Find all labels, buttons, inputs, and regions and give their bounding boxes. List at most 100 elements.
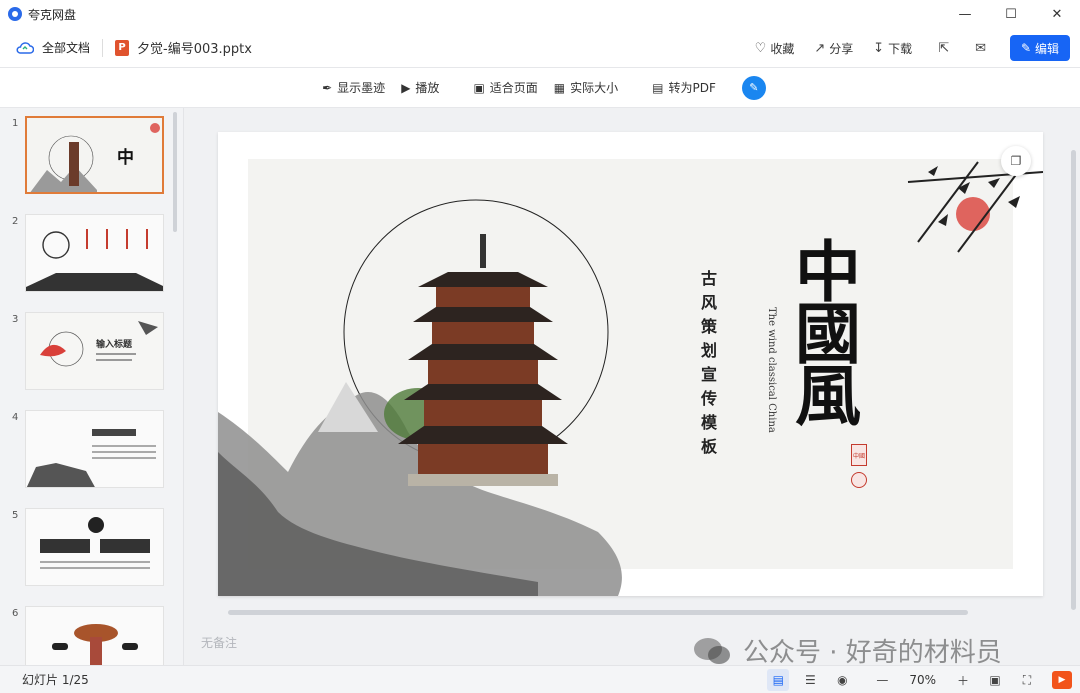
slide-artwork [218, 161, 1043, 596]
svg-text:中: 中 [117, 147, 134, 168]
thumbnail-number: 6 [12, 608, 19, 619]
zoom-in-button[interactable]: ＋ [952, 669, 974, 691]
notes-icon: ▤ [772, 673, 784, 687]
status-controls: ▤ ☰ ◉ — 70% ＋ ▣ ⛶ ▶ [757, 666, 1072, 693]
thumbnail-preview [26, 509, 163, 585]
show-ink-label: 显示墨迹 [337, 81, 386, 95]
thumbnail-item[interactable]: 6 [0, 606, 183, 665]
current-slide: 中國風 古风策划宣传模板 The wind classical China 中國… [218, 132, 1043, 596]
feather-pen-icon: ✒ [322, 80, 333, 95]
download-button[interactable]: ↧ 下载 [873, 40, 912, 57]
thumbnail-item[interactable]: 2 [0, 214, 183, 298]
zoom-out-button[interactable]: — [871, 669, 893, 691]
fit-window-icon: ▣ [989, 673, 1001, 687]
all-documents-link[interactable]: 全部文档 [42, 39, 90, 56]
speaker-notes[interactable]: 无备注 [201, 634, 237, 651]
minimize-icon: — [958, 6, 972, 22]
pencil-icon: ✎ [1020, 41, 1032, 55]
header-actions: ♡ 收藏 ↗ 分享 ↧ 下载 ⇱ ✉ ✎ 编辑 [735, 28, 1070, 68]
title-bar: 夸克网盘 — ☐ ✕ [0, 0, 1080, 28]
slide-thumbnail-panel: 1 中 2 3 输入标题 4 5 6 [0, 108, 184, 665]
outline-icon: ☰ [804, 673, 816, 687]
thumbnail-item[interactable]: 3 输入标题 [0, 312, 183, 396]
copy-icon: ❐ [1010, 154, 1022, 168]
download-label: 下载 [888, 41, 913, 56]
fit-page-icon: ▣ [473, 80, 485, 95]
ai-edit-icon: ✎ [749, 81, 759, 94]
slideshow-play-button[interactable]: ▶ [1052, 671, 1072, 689]
fullscreen-button[interactable]: ⛶ [1016, 669, 1038, 691]
close-button[interactable]: ✕ [1034, 0, 1080, 28]
red-seal-stamp: 中國 [851, 444, 867, 466]
download-icon: ↧ [873, 40, 885, 56]
slide-english-subtitle: The wind classical China [766, 307, 777, 433]
thumbnail-number: 1 [12, 118, 19, 129]
thumbnail-slide-5[interactable] [25, 508, 164, 586]
thumbnail-preview [26, 411, 163, 487]
play-circle-icon: ▶ [401, 80, 411, 95]
thumbnail-number: 2 [12, 216, 19, 227]
outline-view-button[interactable]: ☰ [799, 669, 821, 691]
actual-size-button[interactable]: ▦ 实际大小 [554, 79, 618, 96]
thumbnail-preview [26, 607, 163, 665]
thumbnail-item[interactable]: 1 中 [0, 116, 183, 200]
slide-subtitle: 古风策划宣传模板 [698, 270, 717, 462]
slide-counter: 幻灯片 1/25 [22, 673, 89, 687]
edit-button[interactable]: ✎ 编辑 [1010, 35, 1070, 61]
minus-icon: — [876, 673, 889, 687]
export-icon[interactable]: ⇱ [938, 41, 949, 56]
notes-toggle-button[interactable]: ▤ [767, 669, 790, 691]
slide-viewer: 中國風 古风策划宣传模板 The wind classical China 中國… [185, 108, 1080, 668]
wechat-watermark: 公众号 · 好奇的材料员 [693, 632, 1002, 669]
thumbnail-number: 4 [12, 412, 19, 423]
convert-pdf-button[interactable]: ▤ 转为PDF [652, 79, 716, 96]
heart-icon: ♡ [754, 40, 767, 56]
thumbnail-slide-1[interactable]: 中 [25, 116, 164, 194]
cloud-icon [16, 41, 34, 54]
show-ink-button[interactable]: ✒ 显示墨迹 [322, 79, 385, 96]
maximize-icon: ☐ [1005, 6, 1017, 22]
share-icon: ↗ [814, 40, 826, 56]
minimize-button[interactable]: — [942, 0, 988, 28]
fullscreen-icon: ⛶ [1022, 672, 1032, 687]
status-bar: 幻灯片 1/25 ▤ ☰ ◉ — 70% ＋ ▣ ⛶ ▶ [0, 665, 1080, 693]
copy-slide-button[interactable]: ❐ [1001, 146, 1031, 176]
thumbnail-slide-4[interactable] [25, 410, 164, 488]
thumbnail-scrollbar[interactable] [173, 112, 177, 232]
quark-logo-icon [8, 7, 22, 21]
maximize-button[interactable]: ☐ [988, 0, 1034, 28]
app-title: 夸克网盘 [28, 7, 77, 22]
horizontal-scrollbar[interactable] [228, 610, 968, 615]
fit-window-button[interactable]: ▣ [984, 669, 1006, 691]
thumbnail-slide-6[interactable] [25, 606, 164, 665]
thumbnail-item[interactable]: 4 [0, 410, 183, 494]
pagoda-illustration [398, 234, 568, 486]
vertical-scrollbar[interactable] [1071, 150, 1076, 610]
share-button[interactable]: ↗ 分享 [814, 40, 853, 57]
fit-page-button[interactable]: ▣ 适合页面 [473, 79, 537, 96]
header-bar: 全部文档 P 夕觉-编号003.pptx ♡ 收藏 ↗ 分享 ↧ 下载 ⇱ ✉ … [0, 28, 1080, 68]
thumbnail-number: 3 [12, 314, 19, 325]
play-label: 播放 [415, 81, 440, 95]
convert-pdf-label: 转为PDF [668, 81, 716, 95]
thumbnail-slide-3[interactable]: 输入标题 [25, 312, 164, 390]
web-view-button[interactable]: ◉ [831, 669, 853, 691]
ai-assistant-button[interactable]: ✎ [741, 75, 766, 100]
play-button[interactable]: ▶ 播放 [401, 79, 439, 96]
round-seal-stamp [851, 472, 867, 488]
thumbnail-slide-2[interactable] [25, 214, 164, 292]
pdf-icon: ▤ [652, 80, 664, 95]
thumbnail-preview [26, 313, 163, 389]
fit-page-label: 适合页面 [489, 81, 538, 95]
edit-label: 编辑 [1035, 41, 1060, 56]
favorite-button[interactable]: ♡ 收藏 [755, 40, 795, 57]
actual-size-icon: ▦ [553, 80, 566, 95]
share-label: 分享 [829, 41, 854, 56]
favorite-label: 收藏 [770, 41, 795, 56]
thumbnail-preview [26, 215, 163, 291]
close-icon: ✕ [1051, 6, 1063, 22]
thumbnail-item[interactable]: 5 [0, 508, 183, 592]
play-icon: ▶ [1058, 675, 1066, 685]
comment-icon[interactable]: ✉ [975, 41, 986, 56]
globe-icon: ◉ [837, 673, 848, 687]
